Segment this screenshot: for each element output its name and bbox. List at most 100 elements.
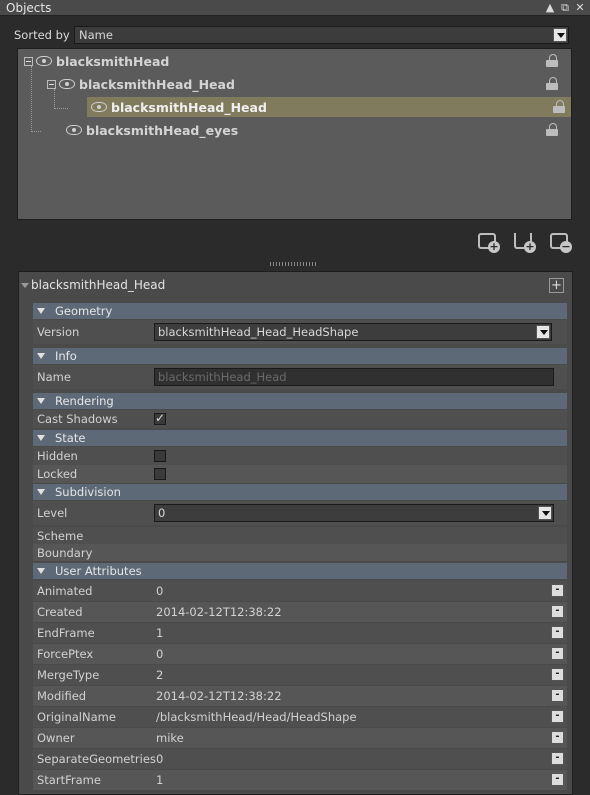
tree-node-head[interactable]: blacksmithHead_Head — [47, 74, 564, 94]
attribute-row: SeparateGeometries 0 - — [33, 749, 567, 769]
collapse-panel-icon[interactable]: ▲ — [544, 1, 556, 14]
camera-add-icon[interactable]: + — [476, 229, 500, 253]
camera-remove-icon[interactable]: − — [548, 229, 572, 253]
remove-attribute-button[interactable]: - — [551, 710, 564, 723]
section-title: Geometry — [55, 304, 113, 318]
section-title: User Attributes — [55, 564, 142, 578]
remove-attribute-button[interactable]: - — [551, 605, 564, 618]
hidden-row: Hidden — [33, 447, 567, 465]
attribute-key: Created — [37, 605, 83, 619]
remove-attribute-button[interactable]: - — [551, 689, 564, 702]
panel-splitter-handle[interactable] — [270, 262, 318, 266]
attribute-value: mike — [156, 731, 184, 745]
object-tree[interactable]: blacksmithHead blacksmithHead_Head black… — [17, 48, 572, 220]
collapse-triangle-icon — [37, 435, 45, 441]
attribute-key: SeparateGeometries — [37, 752, 156, 766]
chevron-down-icon[interactable] — [538, 506, 552, 520]
section-info[interactable]: Info — [33, 348, 567, 364]
tree-node-root[interactable]: blacksmithHead — [24, 51, 564, 71]
attribute-row: OriginalName /blacksmithHead/Head/HeadSh… — [33, 707, 567, 727]
locked-checkbox[interactable] — [154, 468, 166, 480]
attribute-row: MergeType 2 - — [33, 665, 567, 685]
hidden-label: Hidden — [37, 449, 78, 463]
remove-attribute-button[interactable]: - — [551, 647, 564, 660]
section-rendering[interactable]: Rendering — [33, 393, 567, 409]
eye-icon[interactable] — [91, 102, 107, 112]
level-row: Level 0 — [33, 501, 567, 525]
attribute-key: Modified — [37, 689, 87, 703]
sort-value: Name — [79, 28, 113, 42]
float-panel-icon[interactable]: ⧉ — [559, 1, 571, 14]
eye-icon[interactable] — [36, 56, 52, 66]
properties-title: blacksmithHead_Head — [31, 278, 166, 292]
remove-attribute-button[interactable]: - — [551, 584, 564, 597]
attribute-value: 0 — [156, 647, 164, 661]
locked-row: Locked — [33, 465, 567, 483]
tree-node-label: blacksmithHead_Head — [79, 76, 235, 92]
locator-add-icon[interactable]: + — [512, 229, 536, 253]
collapse-triangle-icon — [37, 353, 45, 359]
remove-attribute-button[interactable]: - — [551, 773, 564, 786]
cast-shadows-row: Cast Shadows — [33, 410, 567, 428]
lock-icon[interactable] — [546, 54, 558, 68]
attribute-row: Owner mike - — [33, 728, 567, 748]
attribute-row: EndFrame 1 - — [33, 623, 567, 643]
remove-attribute-button[interactable]: - — [551, 752, 564, 765]
cast-shadows-label: Cast Shadows — [37, 412, 118, 426]
section-subdivision[interactable]: Subdivision — [33, 484, 567, 500]
attribute-value: 0 — [156, 584, 164, 598]
tree-node-eyes[interactable]: blacksmithHead_eyes — [66, 120, 564, 140]
attribute-value: /blacksmithHead/Head/HeadShape — [156, 710, 357, 724]
chevron-down-icon[interactable] — [553, 28, 567, 42]
version-value: blacksmithHead_Head_HeadShape — [158, 325, 359, 339]
sort-dropdown[interactable]: Name — [74, 26, 569, 44]
attribute-value: 2 — [156, 668, 164, 682]
collapse-icon[interactable] — [24, 56, 33, 66]
tree-node-label: blacksmithHead_eyes — [86, 122, 239, 138]
collapse-triangle-icon — [37, 308, 45, 314]
attribute-key: StartFrame — [37, 773, 101, 787]
attribute-value: 0 — [156, 752, 164, 766]
collapse-triangle-icon[interactable] — [21, 283, 29, 288]
attribute-row: Animated 0 - — [33, 581, 567, 601]
attribute-key: Animated — [37, 584, 93, 598]
collapse-icon[interactable] — [47, 79, 56, 89]
level-dropdown[interactable]: 0 — [154, 504, 554, 522]
remove-attribute-button[interactable]: - — [551, 626, 564, 639]
collapse-triangle-icon — [37, 489, 45, 495]
lock-icon[interactable] — [553, 100, 565, 114]
section-geometry[interactable]: Geometry — [33, 303, 567, 319]
panel-title: Objects — [6, 1, 52, 15]
add-attribute-button[interactable]: + — [549, 278, 564, 293]
name-label: Name — [37, 370, 71, 384]
attribute-value: 2014-02-12T12:38:22 — [156, 605, 282, 619]
name-field: blacksmithHead_Head — [154, 368, 554, 386]
section-state[interactable]: State — [33, 430, 567, 446]
name-value: blacksmithHead_Head — [158, 370, 287, 384]
chevron-down-icon[interactable] — [536, 325, 550, 339]
tree-toolbar: + + − — [476, 229, 572, 253]
level-value: 0 — [158, 506, 166, 520]
tree-node-head-head-selected[interactable]: blacksmithHead_Head — [87, 97, 571, 117]
attribute-key: OriginalName — [37, 710, 116, 724]
properties-header[interactable]: blacksmithHead_Head — [21, 278, 165, 292]
eye-icon[interactable] — [66, 125, 82, 135]
cast-shadows-checkbox[interactable] — [154, 411, 166, 425]
attribute-row: Created 2014-02-12T12:38:22 - — [33, 602, 567, 622]
close-icon[interactable]: ✕ — [574, 1, 586, 14]
sort-label: Sorted by — [14, 28, 70, 42]
attribute-value: 1 — [156, 626, 164, 640]
remove-attribute-button[interactable]: - — [551, 731, 564, 744]
version-dropdown[interactable]: blacksmithHead_Head_HeadShape — [154, 323, 552, 341]
version-row: Version blacksmithHead_Head_HeadShape — [33, 320, 567, 344]
tree-node-label: blacksmithHead — [56, 53, 170, 69]
remove-attribute-button[interactable]: - — [551, 668, 564, 681]
attribute-value: 2014-02-12T12:38:22 — [156, 689, 282, 703]
lock-icon[interactable] — [546, 123, 558, 137]
locked-label: Locked — [37, 467, 78, 481]
boundary-row: Boundary — [33, 544, 567, 561]
lock-icon[interactable] — [546, 77, 558, 91]
section-user-attributes[interactable]: User Attributes — [33, 563, 567, 579]
eye-icon[interactable] — [59, 79, 75, 89]
hidden-checkbox[interactable] — [154, 450, 166, 462]
